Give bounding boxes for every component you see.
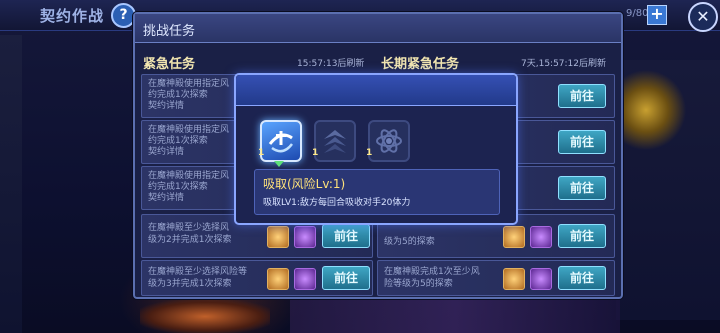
task-text-line1: 在魔神殿至少选择风险等 (148, 267, 248, 277)
skill-name: 吸取(风险Lv:1) (263, 177, 346, 191)
go-button[interactable]: 前往 (558, 176, 606, 200)
task-text-line2: 约完成1次探索 (148, 182, 208, 192)
panel-header: 挑战任务 (135, 14, 621, 43)
task-text-line1: 在魔神殿使用指定风 (148, 79, 230, 89)
reward-item-icon (267, 268, 289, 290)
reward-item-icon (530, 226, 552, 248)
skill-info-popup: 1 1 1 吸取(风险Lv:1) 吸取LV1:敌方每回合吸收对手20体力 (234, 73, 518, 225)
rank-chevron-icon-graphic (324, 130, 346, 153)
skill-level: 1 (312, 148, 319, 158)
go-button[interactable]: 前往 (558, 266, 606, 290)
task-text-line1: 在魔神殿完成1次至少风 (384, 267, 480, 277)
absorb-icon-graphic (268, 131, 293, 153)
skill-level: 1 (258, 148, 265, 158)
contract-detail-link[interactable]: 契约详情 (148, 147, 184, 158)
task-text-line1: 在魔神殿使用指定风 (148, 125, 230, 135)
go-button[interactable]: 前往 (322, 266, 370, 290)
atom-icon-graphic (376, 129, 402, 153)
reward-item-icon (294, 268, 316, 290)
contract-detail-link[interactable]: 契约详情 (148, 193, 184, 204)
background-counter: 9/80 (626, 8, 649, 19)
task-text-line2: 约完成1次探索 (148, 90, 208, 100)
task-text-line1: 在魔神殿至少选择风 (148, 223, 230, 233)
reward-item-icon (267, 226, 289, 248)
background-right-artwork (616, 60, 720, 320)
popup-header (236, 75, 516, 106)
skill-description-box: 吸取(风险Lv:1) 吸取LV1:敌方每回合吸收对手20体力 (254, 169, 500, 215)
background-item-artwork (140, 300, 270, 333)
go-button[interactable]: 前往 (322, 224, 370, 248)
background-left-decoration (0, 35, 22, 333)
go-button[interactable]: 前往 (558, 130, 606, 154)
urgent-task-title: 紧急任务 (143, 57, 196, 72)
skill-description: 吸取LV1:敌方每回合吸收对手20体力 (263, 198, 411, 208)
task-text-line1: 在魔神殿使用指定风 (148, 171, 230, 181)
reward-item-icon (530, 268, 552, 290)
task-text-line2: 险等级为5的探索 (384, 279, 453, 289)
selected-indicator-icon (274, 161, 284, 167)
go-button[interactable]: 前往 (558, 84, 606, 108)
panel-title: 挑战任务 (143, 24, 196, 39)
task-text-line2: 级为5的探索 (384, 237, 435, 247)
go-button[interactable]: 前往 (558, 224, 606, 248)
task-row: 在魔神殿至少选择风险等 级为3并完成1次探索 前往 (141, 260, 373, 296)
skill-level: 1 (366, 148, 373, 158)
urgent-task-timer: 15:57:13后刷新 (297, 59, 365, 69)
atom-icon[interactable] (368, 120, 410, 162)
task-text-line2: 级为2并完成1次探索 (148, 235, 232, 245)
reward-item-icon (503, 226, 525, 248)
long-urgent-task-timer: 7天,15:57:12后刷新 (521, 59, 607, 69)
contract-detail-link[interactable]: 契约详情 (148, 101, 184, 112)
task-text-line2: 级为3并完成1次探索 (148, 279, 232, 289)
add-button[interactable]: + (647, 5, 667, 25)
reward-item-icon (294, 226, 316, 248)
task-text-line2: 约完成1次探索 (148, 136, 208, 146)
long-task-row: 在魔神殿完成1次至少风 险等级为5的探索 前往 (377, 260, 615, 296)
rank-chevron-icon[interactable] (314, 120, 356, 162)
absorb-icon[interactable] (260, 120, 302, 162)
reward-item-icon (503, 268, 525, 290)
background-page-title: 契约作战 (40, 7, 105, 25)
long-urgent-task-title: 长期紧急任务 (381, 57, 460, 72)
close-button[interactable]: ✕ (688, 2, 718, 32)
